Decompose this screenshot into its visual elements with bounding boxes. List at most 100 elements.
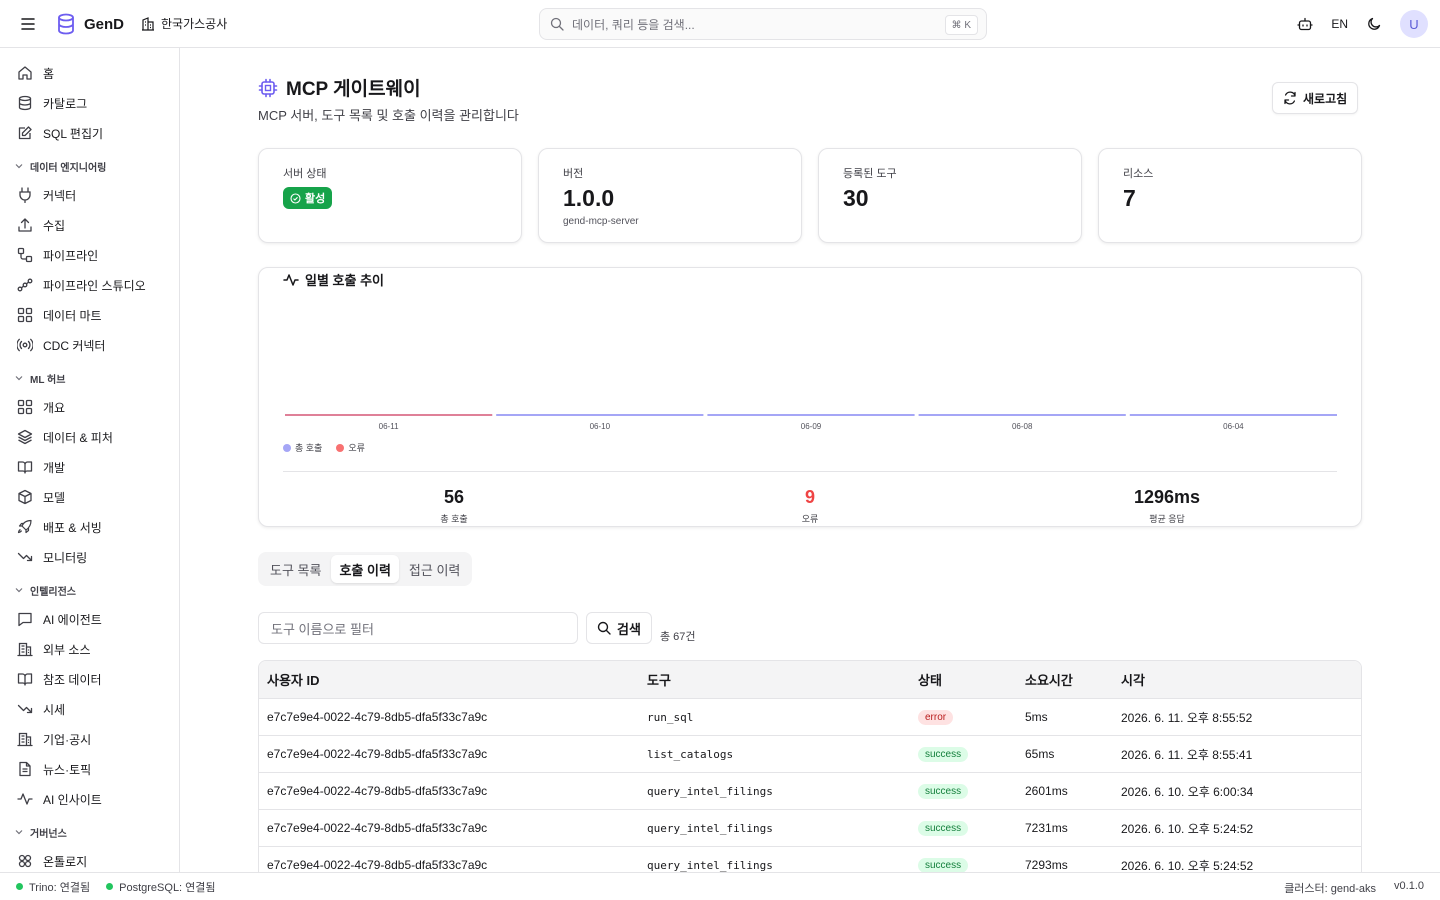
sidebar-item-개발[interactable]: 개발: [0, 452, 179, 482]
bot-icon[interactable]: [1297, 16, 1313, 32]
table-row[interactable]: e7c7e9e4-0022-4c79-8db5-dfa5f33c7a9c que…: [259, 846, 1361, 872]
trino-status-text: Trino: 연결됨: [29, 881, 91, 894]
sidebar-item-배포-서빙[interactable]: 배포 & 서빙: [0, 512, 179, 542]
sidebar-item-label: 모델: [43, 490, 66, 505]
chart-divider: [283, 471, 1337, 472]
sidebar-item-label: 커넥터: [43, 188, 77, 203]
moon-icon[interactable]: [1366, 16, 1382, 32]
tools-card: 등록된 도구 30: [818, 148, 1082, 243]
card-label: 리소스: [1123, 168, 1154, 180]
user-avatar[interactable]: U: [1400, 10, 1428, 38]
history-tabs: 도구 목록 호출 이력 접근 이력: [258, 552, 473, 586]
sidebar-item-온톨로지[interactable]: 온톨로지: [0, 846, 179, 872]
table-row[interactable]: e7c7e9e4-0022-4c79-8db5-dfa5f33c7a9c lis…: [259, 735, 1361, 772]
status-dot: [16, 883, 23, 890]
sidebar-item-외부-소스[interactable]: 외부 소스: [0, 634, 179, 664]
sidebar-item-개요[interactable]: 개요: [0, 392, 179, 422]
language-toggle[interactable]: EN: [1331, 17, 1348, 31]
home-icon: [18, 66, 32, 80]
legend-total-label: 총 호출: [295, 443, 323, 453]
menu-toggle-button[interactable]: [18, 14, 38, 34]
header-tool[interactable]: 도구: [647, 670, 918, 689]
search-button[interactable]: 검색: [586, 612, 652, 644]
header-status[interactable]: 상태: [918, 670, 1025, 689]
grid-icon: [17, 399, 33, 415]
sidebar-item-커넥터[interactable]: 커넥터: [0, 180, 179, 210]
sidebar-item-label: AI 에이전트: [43, 612, 102, 627]
sidebar-item-label: 수집: [43, 218, 66, 233]
upload-icon: [18, 218, 32, 232]
sidebar-item-cdc-커넥터[interactable]: CDC 커넥터: [0, 330, 179, 360]
table-row[interactable]: e7c7e9e4-0022-4c79-8db5-dfa5f33c7a9c run…: [259, 698, 1361, 735]
sidebar-item-ai-에이전트[interactable]: AI 에이전트: [0, 604, 179, 634]
chevron-down-icon: [15, 830, 23, 835]
tab-call-history[interactable]: 호출 이력: [331, 555, 399, 583]
cell-tool: query_intel_filings: [647, 821, 773, 835]
rocket-icon: [17, 519, 32, 534]
sidebar-item-label: 데이터 & 피처: [43, 430, 113, 445]
header-user-id[interactable]: 사용자 ID: [259, 670, 647, 689]
card-label: 서버 상태: [283, 168, 327, 180]
main-content: MCP 게이트웨이 MCP 서버, 도구 목록 및 호출 이력을 관리합니다 새…: [180, 48, 1440, 872]
hamburger-icon: [21, 18, 35, 30]
sidebar-item-label: 홈: [43, 66, 55, 81]
search-placeholder: 데이터, 쿼리 등을 검색...: [572, 17, 695, 32]
sidebar-item-파이프라인[interactable]: 파이프라인: [0, 240, 179, 270]
cell-time: 2026. 6. 11. 오후 8:55:41: [1121, 747, 1253, 762]
header-duration[interactable]: 소요시간: [1025, 670, 1121, 689]
tab-tools[interactable]: 도구 목록: [262, 555, 329, 583]
sidebar-item-모니터링[interactable]: 모니터링: [0, 542, 179, 572]
app-logo[interactable]: GenD: [56, 13, 124, 35]
sidebar-item-모델[interactable]: 모델: [0, 482, 179, 512]
sidebar-item-label: 파이프라인 스튜디오: [43, 278, 146, 293]
page-title: MCP 게이트웨이: [286, 79, 421, 100]
sidebar-section-0[interactable]: 데이터 엔지니어링: [0, 152, 179, 180]
check-circle-icon: [290, 192, 301, 204]
cluster-name: 클러스터: gend-aks: [1284, 883, 1377, 895]
sidebar-item-시세[interactable]: 시세: [0, 694, 179, 724]
sidebar-item-카탈로그[interactable]: 카탈로그: [0, 88, 179, 118]
tool-filter-input[interactable]: 도구 이름으로 필터: [258, 612, 578, 644]
sidebar-item-데이터-마트[interactable]: 데이터 마트: [0, 300, 179, 330]
table-row[interactable]: e7c7e9e4-0022-4c79-8db5-dfa5f33c7a9c que…: [259, 809, 1361, 846]
building-icon: [17, 642, 33, 657]
sidebar-section-3[interactable]: 거버넌스: [0, 818, 179, 846]
sidebar-item-뉴스-토픽[interactable]: 뉴스·토픽: [0, 754, 179, 784]
sidebar-item-파이프라인-스튜디오[interactable]: 파이프라인 스튜디오: [0, 270, 179, 300]
postgres-status-text: PostgreSQL: 연결됨: [119, 881, 216, 894]
status-badge: success: [918, 747, 969, 762]
sidebar-section-title: ML 허브: [30, 374, 66, 386]
org-selector[interactable]: 한국가스공사: [141, 15, 227, 32]
total-calls-label: 총 호출: [440, 514, 468, 524]
sidebar-item-label: 개요: [43, 400, 66, 415]
sidebar-item-홈[interactable]: 홈: [0, 58, 179, 88]
sidebar-item-label: 외부 소스: [43, 642, 91, 657]
refresh-button[interactable]: 새로고침: [1272, 82, 1359, 114]
cell-user-id: e7c7e9e4-0022-4c79-8db5-dfa5f33c7a9c: [267, 858, 488, 872]
sidebar-item-수집[interactable]: 수집: [0, 210, 179, 240]
sidebar-item-ai-인사이트[interactable]: AI 인사이트: [0, 784, 179, 814]
tab-access-history[interactable]: 접근 이력: [401, 555, 468, 583]
card-label: 등록된 도구: [843, 168, 897, 180]
sidebar-item-참조-데이터[interactable]: 참조 데이터: [0, 664, 179, 694]
cell-tool: list_catalogs: [647, 747, 734, 761]
x-tick-label: 06-10: [590, 422, 611, 431]
sidebar-item-데이터-피처[interactable]: 데이터 & 피처: [0, 422, 179, 452]
table-header: 사용자 ID 도구 상태 소요시간 시각: [259, 661, 1361, 698]
page-subtitle: MCP 서버, 도구 목록 및 호출 이력을 관리합니다: [258, 108, 519, 123]
layers-icon: [17, 429, 33, 445]
global-search-input[interactable]: 데이터, 쿼리 등을 검색... ⌘ K: [539, 8, 987, 40]
resources-card: 리소스 7: [1098, 148, 1362, 243]
cell-tool: query_intel_filings: [647, 858, 773, 872]
header-time[interactable]: 시각: [1121, 670, 1361, 689]
sidebar-item-기업-공시[interactable]: 기업·공시: [0, 724, 179, 754]
table-row[interactable]: e7c7e9e4-0022-4c79-8db5-dfa5f33c7a9c que…: [259, 772, 1361, 809]
sidebar-item-sql-편집기[interactable]: SQL 편집기: [0, 118, 179, 148]
sidebar-item-label: 개발: [43, 460, 66, 475]
sidebar-section-2[interactable]: 인텔리전스: [0, 576, 179, 604]
avg-response-label: 평균 응답: [1149, 514, 1185, 524]
status-text: 활성: [305, 193, 326, 205]
sidebar-item-label: AI 인사이트: [43, 792, 102, 807]
cell-user-id: e7c7e9e4-0022-4c79-8db5-dfa5f33c7a9c: [267, 710, 488, 724]
sidebar-section-1[interactable]: ML 허브: [0, 364, 179, 392]
